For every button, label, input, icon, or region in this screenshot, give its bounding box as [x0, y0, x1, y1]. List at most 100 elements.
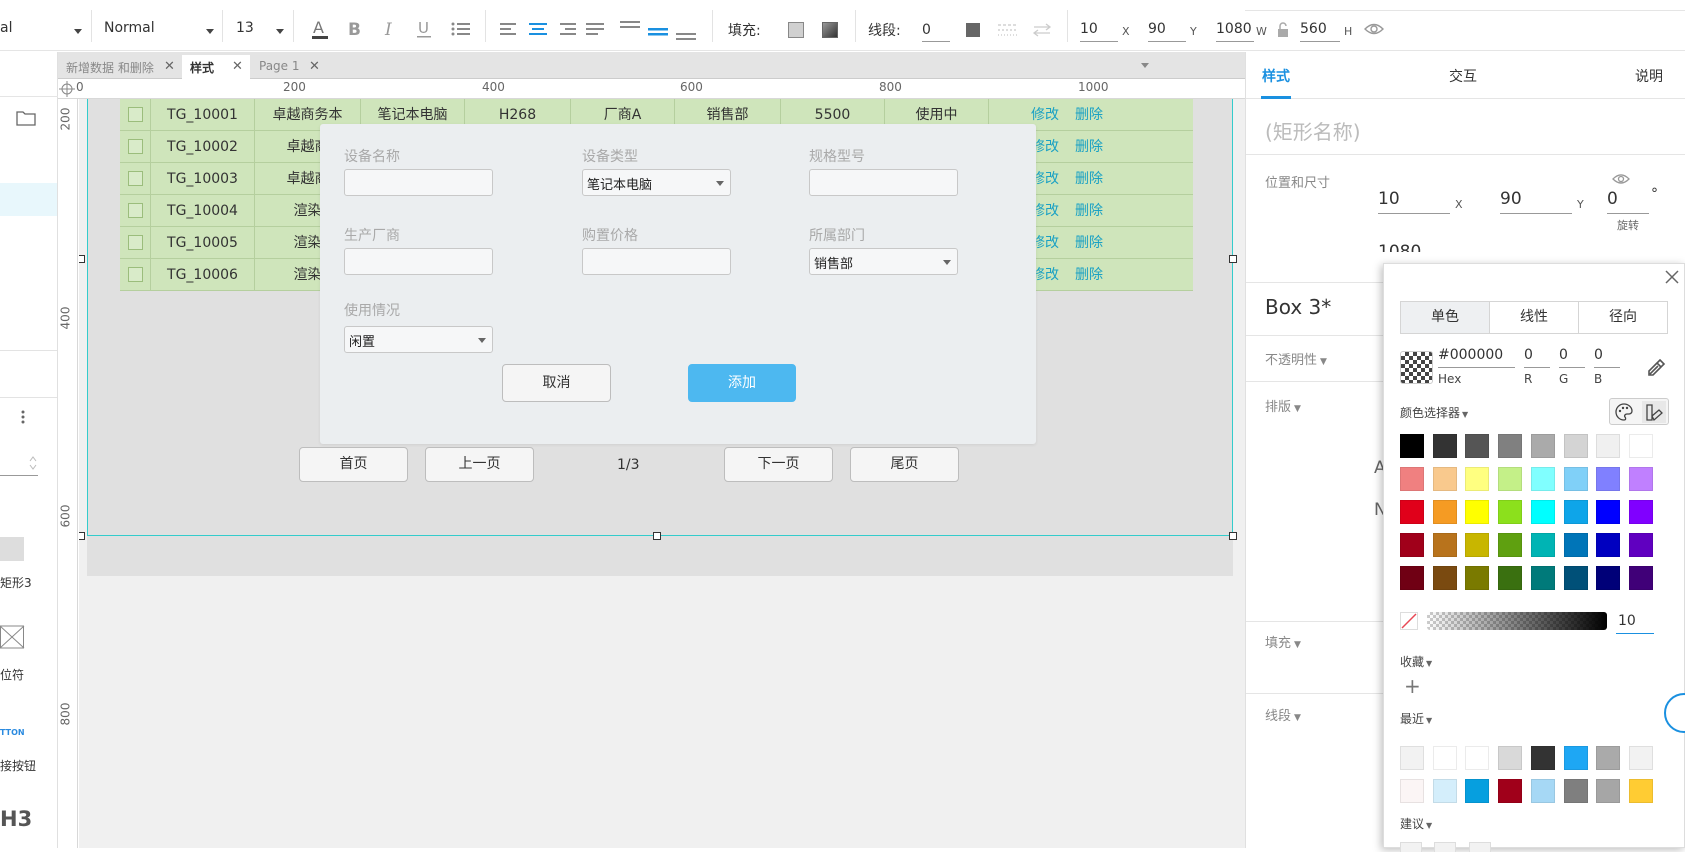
align-justify-icon[interactable] — [586, 22, 604, 38]
h-input[interactable]: 560 — [1300, 21, 1327, 37]
color-swatch[interactable] — [1465, 779, 1490, 803]
bullet-list-icon[interactable] — [451, 20, 471, 38]
valign-bottom-icon[interactable] — [676, 18, 696, 42]
color-swatch[interactable] — [1563, 434, 1588, 458]
resize-handle[interactable] — [79, 255, 85, 263]
color-swatch[interactable] — [1596, 500, 1621, 524]
stroke-pattern-icon[interactable] — [998, 22, 1018, 38]
last-page-button[interactable]: 尾页 — [850, 447, 959, 482]
department-select[interactable]: 销售部 — [809, 248, 958, 275]
price-input[interactable] — [582, 248, 731, 275]
eyedropper-icon[interactable] — [1646, 356, 1666, 378]
folder-icon[interactable] — [16, 110, 36, 126]
font-color-icon[interactable]: A — [310, 18, 330, 40]
swatch-picker-icon[interactable] — [1642, 401, 1666, 423]
lock-icon[interactable] — [1277, 22, 1289, 38]
font-family-select[interactable]: al — [0, 20, 12, 36]
red-input[interactable]: 0 — [1524, 347, 1533, 363]
device-name-input[interactable] — [344, 169, 493, 196]
align-right-icon[interactable] — [558, 22, 576, 38]
color-swatch[interactable] — [1596, 779, 1621, 803]
favorites-label[interactable]: 收藏 ▼ — [1400, 653, 1432, 670]
tab-style[interactable]: 样式 — [1262, 66, 1290, 86]
tab-page1[interactable]: Page 1 ✕ — [251, 55, 326, 79]
selected-tree-item[interactable] — [0, 183, 57, 216]
color-swatch[interactable] — [1432, 500, 1457, 524]
stepper-icon[interactable] — [28, 454, 38, 472]
x-input[interactable]: 10 — [1080, 21, 1098, 37]
color-swatch[interactable] — [1498, 566, 1523, 590]
color-swatch[interactable] — [1432, 533, 1457, 557]
color-swatch[interactable] — [1498, 500, 1523, 524]
color-swatch[interactable] — [1530, 746, 1555, 770]
opacity-label[interactable]: 不透明性 ▼ — [1265, 349, 1327, 368]
color-swatch[interactable] — [1530, 500, 1555, 524]
hex-input[interactable]: #000000 — [1438, 347, 1503, 363]
color-swatch[interactable] — [1432, 746, 1457, 770]
color-swatch[interactable] — [1498, 467, 1523, 491]
color-selector-label[interactable]: 颜色选择器 ▼ — [1400, 404, 1468, 421]
bold-icon[interactable]: B — [345, 18, 363, 40]
delete-link[interactable]: 删除 — [1075, 259, 1103, 291]
color-swatch[interactable] — [1563, 746, 1588, 770]
suggest-label[interactable]: 建议 ▼ — [1400, 815, 1432, 832]
color-swatch[interactable] — [1400, 533, 1424, 557]
heading3-widget-icon[interactable]: H3 — [0, 807, 32, 831]
fill-shadow-icon[interactable] — [822, 22, 838, 38]
color-swatch[interactable] — [1400, 434, 1424, 458]
color-swatch[interactable] — [1498, 746, 1523, 770]
eye-icon[interactable] — [1364, 22, 1384, 36]
font-style-select[interactable]: Normal — [104, 20, 155, 36]
style-name[interactable]: Box 3* — [1265, 295, 1331, 319]
layout-label[interactable]: 排版 ▼ — [1265, 396, 1301, 415]
arrow-style-icon[interactable] — [1032, 22, 1052, 38]
add-button[interactable]: 添加 — [688, 364, 796, 402]
color-swatch[interactable] — [1596, 533, 1621, 557]
fill-label[interactable]: 填充 ▼ — [1265, 632, 1301, 651]
delete-link[interactable]: 删除 — [1075, 99, 1103, 131]
color-swatch[interactable] — [1563, 779, 1588, 803]
color-swatch[interactable] — [1628, 779, 1653, 803]
valign-middle-icon[interactable] — [648, 18, 668, 42]
resize-handle[interactable] — [1229, 255, 1237, 263]
no-color-icon[interactable] — [1400, 612, 1418, 630]
cancel-button[interactable]: 取消 — [502, 364, 611, 402]
palette-icon[interactable] — [1613, 401, 1635, 423]
device-type-select[interactable]: 笔记本电脑 — [582, 169, 731, 196]
resize-handle[interactable] — [1229, 532, 1237, 540]
close-icon[interactable] — [1665, 270, 1679, 284]
close-icon[interactable]: ✕ — [309, 59, 320, 74]
tab-radial-gradient[interactable]: 径向 — [1578, 301, 1668, 334]
color-swatch[interactable] — [1628, 533, 1653, 557]
underline-icon[interactable]: U — [415, 18, 433, 40]
close-icon[interactable]: ✕ — [164, 59, 175, 74]
add-favorite-icon[interactable]: + — [1404, 674, 1421, 698]
color-swatch[interactable] — [1465, 533, 1490, 557]
color-swatch[interactable] — [1563, 533, 1588, 557]
color-swatch[interactable] — [1498, 434, 1523, 458]
color-swatch[interactable] — [1465, 746, 1490, 770]
delete-link[interactable]: 删除 — [1075, 131, 1103, 163]
close-icon[interactable]: ✕ — [232, 59, 243, 74]
manufacturer-input[interactable] — [344, 248, 493, 275]
color-swatch[interactable] — [1596, 467, 1621, 491]
color-swatch[interactable] — [1596, 746, 1621, 770]
color-swatch[interactable] — [1432, 434, 1457, 458]
color-swatch[interactable] — [1596, 566, 1621, 590]
tab-notes[interactable]: 说明 — [1635, 66, 1663, 86]
align-left-icon[interactable] — [500, 22, 518, 38]
color-swatch[interactable] — [1596, 434, 1621, 458]
color-swatch[interactable] — [1530, 434, 1555, 458]
x-input[interactable]: 10 — [1378, 189, 1400, 209]
stroke-color-swatch[interactable] — [966, 23, 980, 37]
color-swatch[interactable] — [1400, 566, 1424, 590]
color-swatch[interactable] — [1498, 779, 1523, 803]
color-swatch[interactable] — [1628, 500, 1653, 524]
w-input[interactable]: 1080 — [1216, 21, 1252, 37]
color-swatch[interactable] — [1432, 467, 1457, 491]
color-swatch[interactable] — [1432, 566, 1457, 590]
next-page-button[interactable]: 下一页 — [724, 447, 833, 482]
tab-linear-gradient[interactable]: 线性 — [1489, 301, 1579, 334]
color-swatch[interactable] — [1498, 533, 1523, 557]
button-widget-icon[interactable]: TTON — [0, 728, 25, 737]
